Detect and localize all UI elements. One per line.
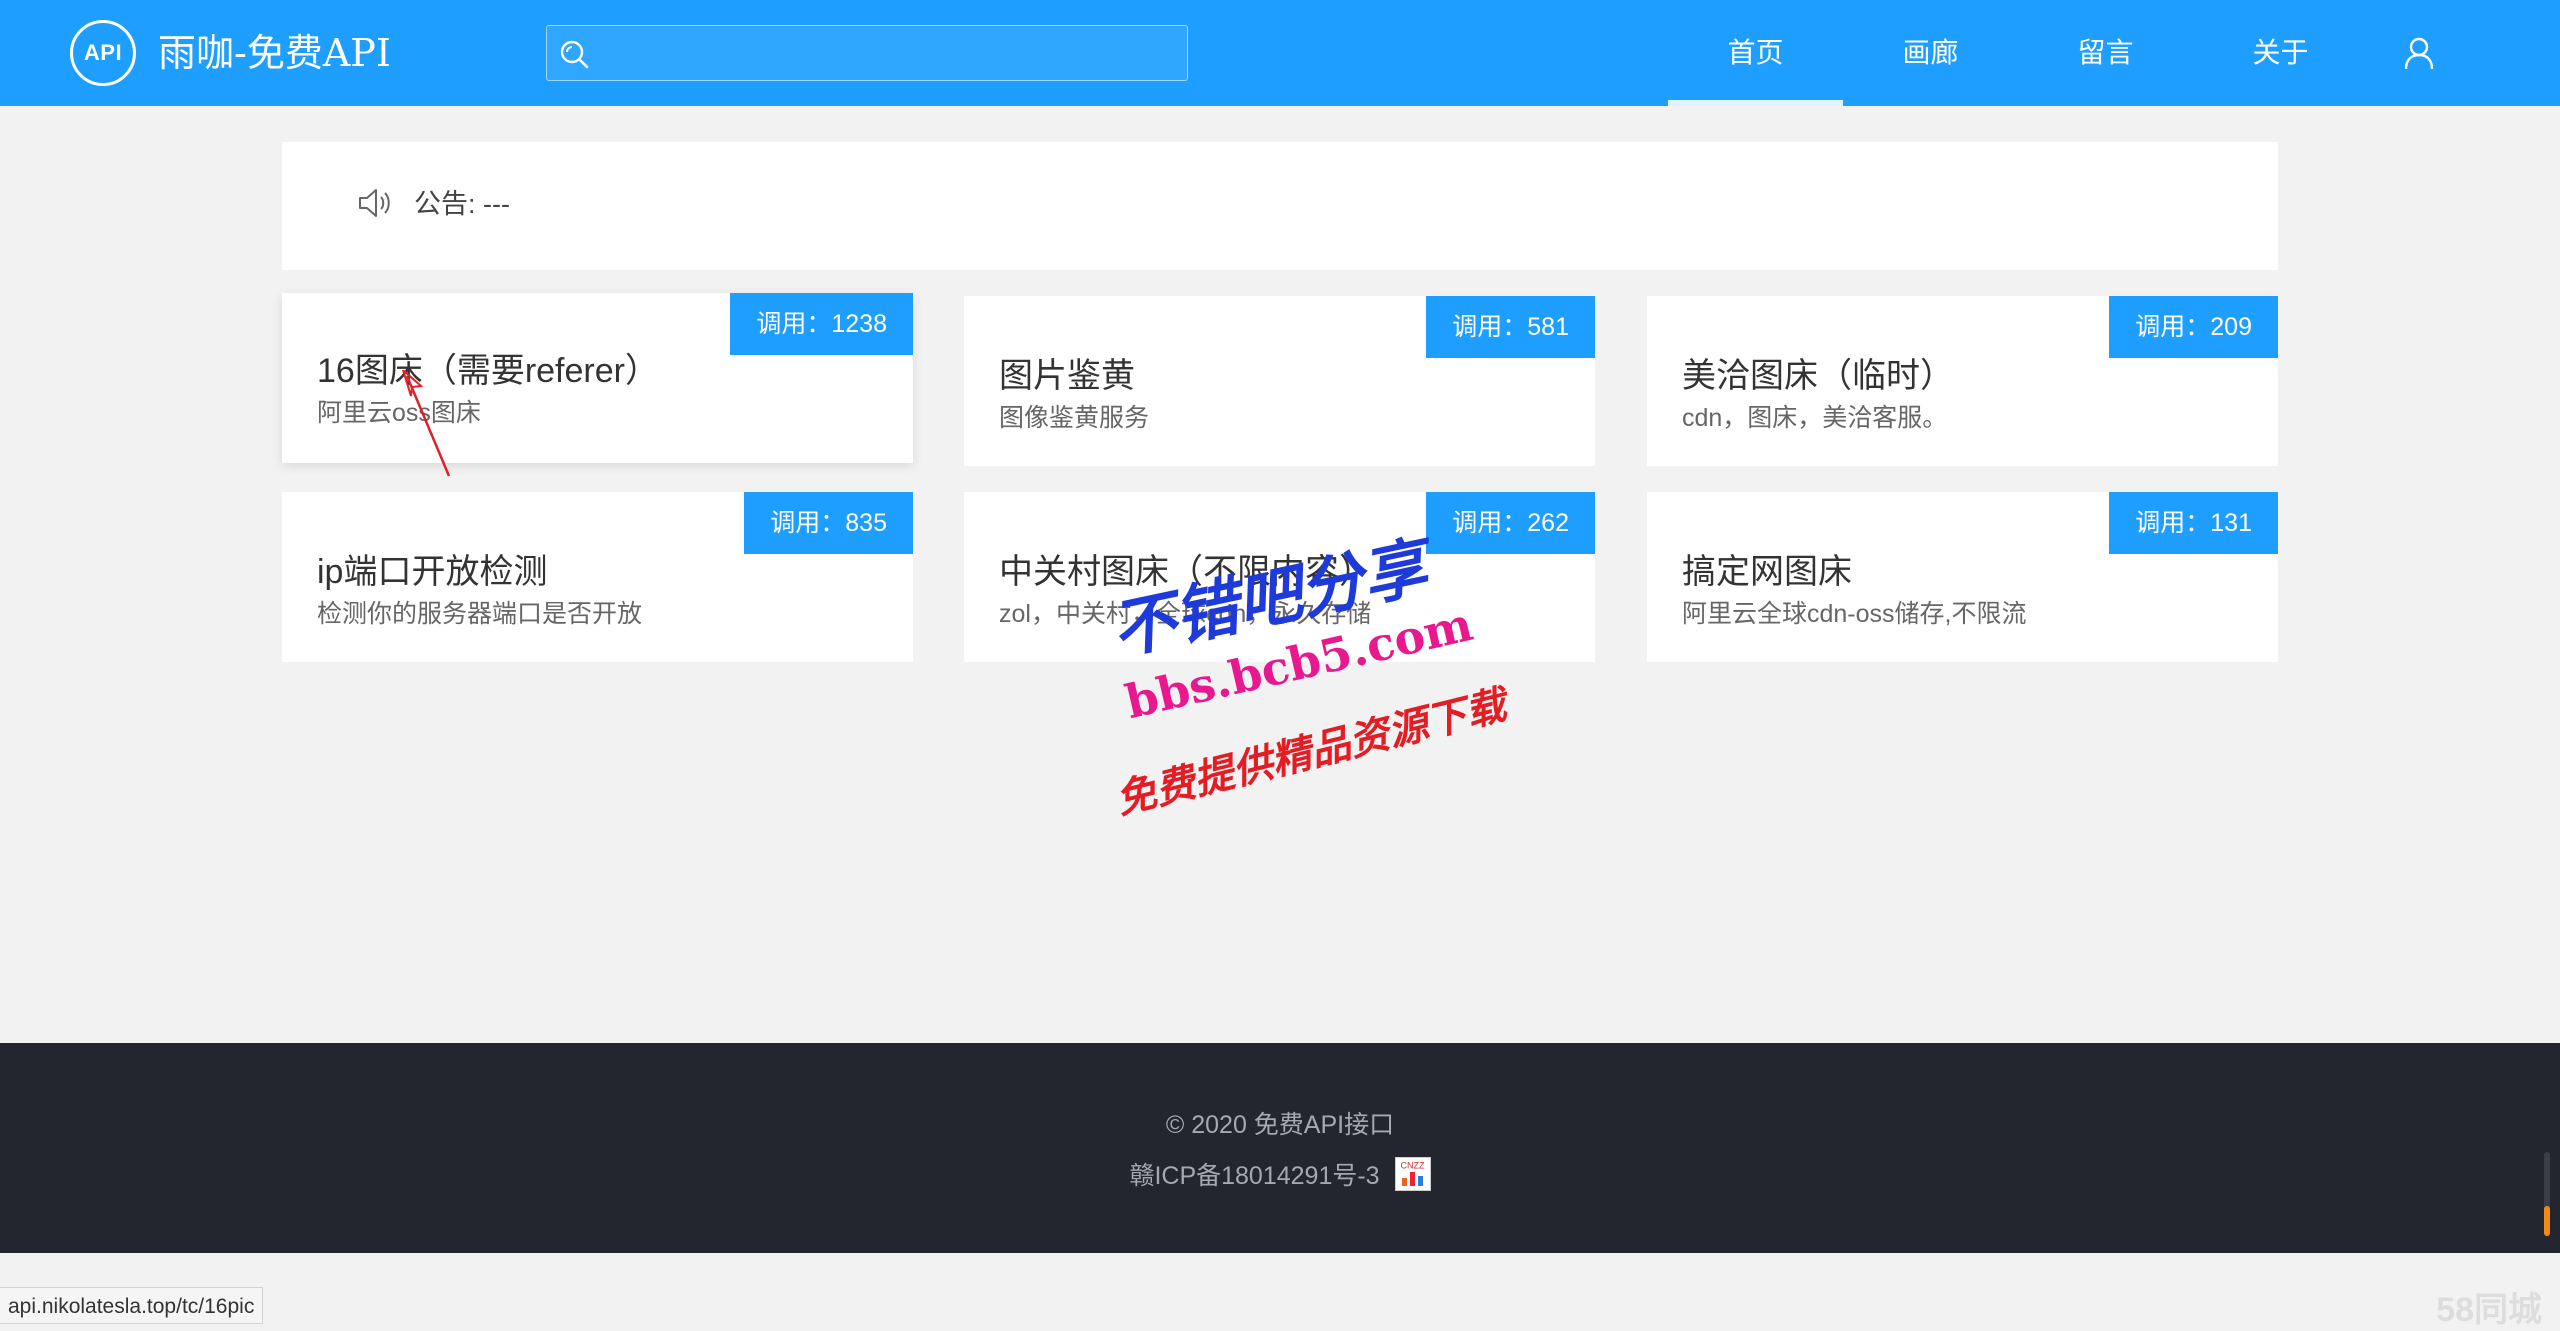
api-card-port-check[interactable]: 调用：835 ip端口开放检测 检测你的服务器端口是否开放 bbox=[282, 492, 913, 662]
api-card-porn-detect[interactable]: 调用：581 图片鉴黄 图像鉴黄服务 bbox=[964, 296, 1595, 466]
cnzz-stats-icon[interactable]: CNZZ bbox=[1394, 1157, 1431, 1191]
status-bar-url: api.nikolatesla.top/tc/16pic bbox=[0, 1287, 264, 1324]
call-count-badge: 调用：835 bbox=[744, 492, 913, 554]
call-count-badge: 调用：209 bbox=[2109, 296, 2278, 358]
top-header: API 雨咖-免费API 首页 画廊 留言 关于 bbox=[0, 0, 2560, 106]
api-card-zol[interactable]: 调用：262 中关村图床（不限内容） zol，中关村，全球cdn，永久存储 bbox=[964, 492, 1595, 662]
card-title: 搞定网图床 bbox=[1682, 553, 1852, 591]
card-title: ip端口开放检测 bbox=[317, 553, 548, 591]
icp-row: 赣ICP备18014291号-3 CNZZ bbox=[0, 1156, 2560, 1192]
nav-guestbook[interactable]: 留言 bbox=[2018, 0, 2193, 106]
page-footer: © 2020 免费API接口 赣ICP备18014291号-3 CNZZ bbox=[0, 1043, 2560, 1253]
nav-gallery[interactable]: 画廊 bbox=[1843, 0, 2018, 106]
api-card-meiqia[interactable]: 调用：209 美洽图床（临时） cdn，图床，美洽客服。 bbox=[1647, 296, 2278, 466]
icp-link[interactable]: 赣ICP备18014291号-3 bbox=[1129, 1162, 1379, 1190]
cnzz-label: CNZZ bbox=[1400, 1160, 1425, 1171]
call-count-badge: 调用：1238 bbox=[730, 293, 913, 355]
search-icon[interactable] bbox=[559, 39, 589, 69]
card-title: 16图床（需要referer） bbox=[317, 352, 659, 390]
call-count-badge: 调用：262 bbox=[1426, 492, 1595, 554]
search-box[interactable] bbox=[546, 25, 1188, 81]
api-card-gaoding[interactable]: 调用：131 搞定网图床 阿里云全球cdn-oss储存,不限流 bbox=[1647, 492, 2278, 662]
card-title: 中关村图床（不限内容） bbox=[999, 553, 1373, 591]
nav-about[interactable]: 关于 bbox=[2193, 0, 2368, 106]
scrollbar[interactable] bbox=[2544, 1152, 2550, 1236]
main-nav: 首页 画廊 留言 关于 bbox=[1668, 0, 2368, 106]
card-description: zol，中关村，全球cdn，永久存储 bbox=[999, 600, 1372, 628]
api-logo[interactable]: API bbox=[70, 20, 136, 86]
copyright-text: © 2020 免费API接口 bbox=[1165, 1111, 1395, 1139]
speaker-icon bbox=[359, 189, 390, 217]
user-icon[interactable] bbox=[2402, 36, 2436, 70]
call-count-badge: 调用：581 bbox=[1426, 296, 1595, 358]
card-description: 阿里云oss图床 bbox=[317, 399, 481, 427]
card-title: 美洽图床（临时） bbox=[1682, 357, 1954, 395]
watermark-line-3: 免费提供精品资源下载 bbox=[1111, 681, 1511, 824]
card-description: 图像鉴黄服务 bbox=[999, 404, 1150, 432]
card-description: cdn，图床，美洽客服。 bbox=[1682, 404, 1948, 432]
card-description: 检测你的服务器端口是否开放 bbox=[317, 600, 643, 628]
call-count-badge: 调用：131 bbox=[2109, 492, 2278, 554]
notice-bar: 公告: --- bbox=[282, 142, 2278, 270]
card-title: 图片鉴黄 bbox=[999, 357, 1135, 395]
api-card-16pic[interactable]: 调用：1238 16图床（需要referer） 阿里云oss图床 bbox=[282, 293, 913, 463]
search-input[interactable] bbox=[597, 26, 1177, 80]
nav-home[interactable]: 首页 bbox=[1668, 0, 1843, 106]
site-title[interactable]: 雨咖-免费API bbox=[158, 27, 391, 79]
notice-text: 公告: --- bbox=[414, 189, 510, 219]
card-description: 阿里云全球cdn-oss储存,不限流 bbox=[1682, 600, 2027, 628]
